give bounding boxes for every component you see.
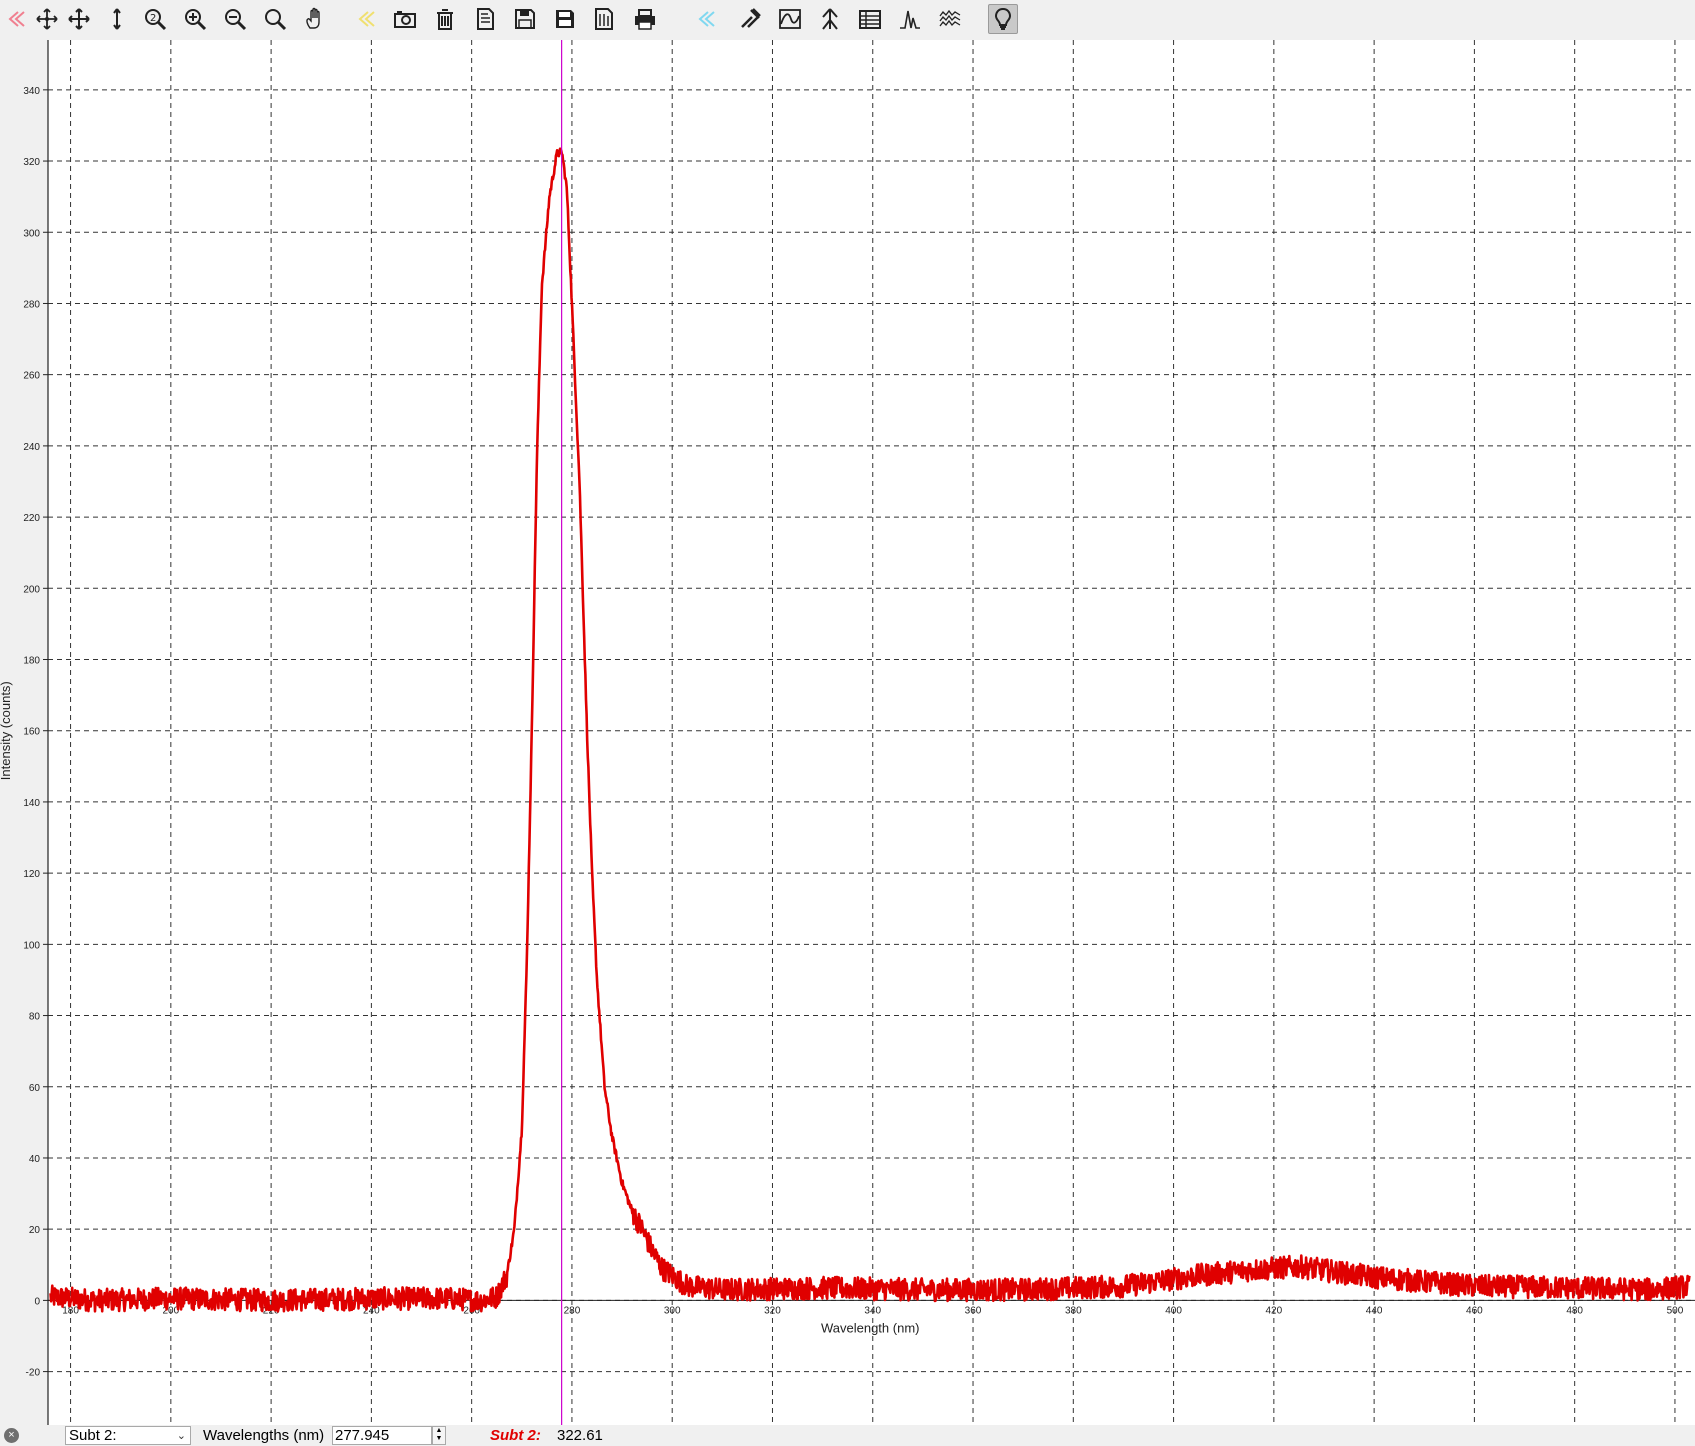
y-tick-label: 60 xyxy=(29,1083,41,1094)
x-tick-label: 180 xyxy=(62,1305,79,1316)
y-tick-label: -20 xyxy=(26,1368,41,1379)
y-tick-label: 200 xyxy=(23,584,40,595)
spectrum-stack-icon[interactable] xyxy=(935,4,965,34)
plot-background xyxy=(48,40,1695,1425)
toolbar: 2 xyxy=(0,0,1695,40)
back-icon[interactable] xyxy=(0,4,30,34)
zoom-icon[interactable] xyxy=(260,4,290,34)
tools-icon[interactable] xyxy=(735,4,765,34)
readout-value: 322.61 xyxy=(557,1427,603,1444)
series-select[interactable]: Subt 2: ⌄ xyxy=(65,1426,191,1445)
camera-icon[interactable] xyxy=(390,4,420,34)
x-tick-label: 500 xyxy=(1667,1305,1684,1316)
x-tick-label: 340 xyxy=(864,1305,881,1316)
x-tick-label: 420 xyxy=(1266,1305,1283,1316)
y-tick-label: 220 xyxy=(23,513,40,524)
wavelength-spinner[interactable]: ▲ ▼ xyxy=(432,1426,446,1445)
x-tick-label: 400 xyxy=(1165,1305,1182,1316)
readout-series-name: Subt 2: xyxy=(490,1427,541,1444)
back-yellow-icon[interactable] xyxy=(350,4,380,34)
y-tick-label: 0 xyxy=(34,1296,40,1307)
y-tick-label: 260 xyxy=(23,371,40,382)
lightbulb-icon[interactable] xyxy=(988,4,1018,34)
auto-scale-icon[interactable]: 2 xyxy=(140,4,170,34)
x-tick-label: 380 xyxy=(1065,1305,1082,1316)
export-icon[interactable] xyxy=(590,4,620,34)
y-tick-label: 100 xyxy=(23,940,40,951)
spin-down-icon[interactable]: ▼ xyxy=(433,1435,445,1443)
series-select-value: Subt 2: xyxy=(69,1427,117,1444)
table-icon[interactable] xyxy=(855,4,885,34)
crosshair-icon[interactable] xyxy=(64,4,94,34)
save-as-icon[interactable] xyxy=(550,4,580,34)
y-tick-label: 160 xyxy=(23,727,40,738)
wavelength-label: Wavelengths (nm) xyxy=(203,1427,325,1444)
pan-hand-icon[interactable] xyxy=(300,4,330,34)
save-icon[interactable] xyxy=(510,4,540,34)
y-tick-label: 180 xyxy=(23,656,40,667)
y-tick-label: 40 xyxy=(29,1154,41,1165)
move-cursor-icon[interactable] xyxy=(32,4,62,34)
x-tick-label: 360 xyxy=(965,1305,982,1316)
x-tick-label: 280 xyxy=(564,1305,581,1316)
x-tick-label: 480 xyxy=(1566,1305,1583,1316)
y-tick-label: 340 xyxy=(23,86,40,97)
y-axis-label: Intensity (counts) xyxy=(0,681,13,780)
spectrum-plot[interactable]: 180 200 220 240 260 280 300 320 340 360 380 400 420 4… xyxy=(0,40,1695,1425)
y-tick-label: 280 xyxy=(23,299,40,310)
svg-text:2: 2 xyxy=(150,13,156,24)
back-blue-icon[interactable] xyxy=(690,4,720,34)
y-tick-label: 80 xyxy=(29,1012,41,1023)
chevron-down-icon: ⌄ xyxy=(176,1430,186,1442)
x-tick-label: 300 xyxy=(664,1305,681,1316)
baseline-icon[interactable] xyxy=(775,4,805,34)
y-tick-label: 20 xyxy=(29,1225,41,1236)
zoom-in-icon[interactable] xyxy=(180,4,210,34)
x-tick-label: 320 xyxy=(764,1305,781,1316)
trash-icon[interactable] xyxy=(430,4,460,34)
x-axis-label: Wavelength (nm) xyxy=(821,1320,920,1335)
status-bar: × Subt 2: ⌄ Wavelengths (nm) 277.945 ▲ ▼… xyxy=(0,1425,1695,1446)
y-tick-label: 120 xyxy=(23,869,40,880)
peak-pick-icon[interactable] xyxy=(815,4,845,34)
plot-area[interactable]: 180 200 220 240 260 280 300 320 340 360 380 400 420 4… xyxy=(0,40,1695,1425)
x-tick-label: 440 xyxy=(1366,1305,1383,1316)
y-tick-label: 240 xyxy=(23,442,40,453)
print-icon[interactable] xyxy=(630,4,660,34)
vertical-cursor-icon[interactable] xyxy=(102,4,132,34)
spin-up-icon[interactable]: ▲ xyxy=(433,1427,445,1435)
zoom-out-icon[interactable] xyxy=(220,4,250,34)
wavelength-input[interactable]: 277.945 xyxy=(332,1426,432,1445)
open-file-icon[interactable] xyxy=(470,4,500,34)
close-icon[interactable]: × xyxy=(4,1428,19,1443)
y-tick-label: 300 xyxy=(23,228,40,239)
x-tick-label: 460 xyxy=(1466,1305,1483,1316)
peaks-icon[interactable] xyxy=(895,4,925,34)
y-tick-label: 320 xyxy=(23,157,40,168)
y-tick-label: 140 xyxy=(23,798,40,809)
